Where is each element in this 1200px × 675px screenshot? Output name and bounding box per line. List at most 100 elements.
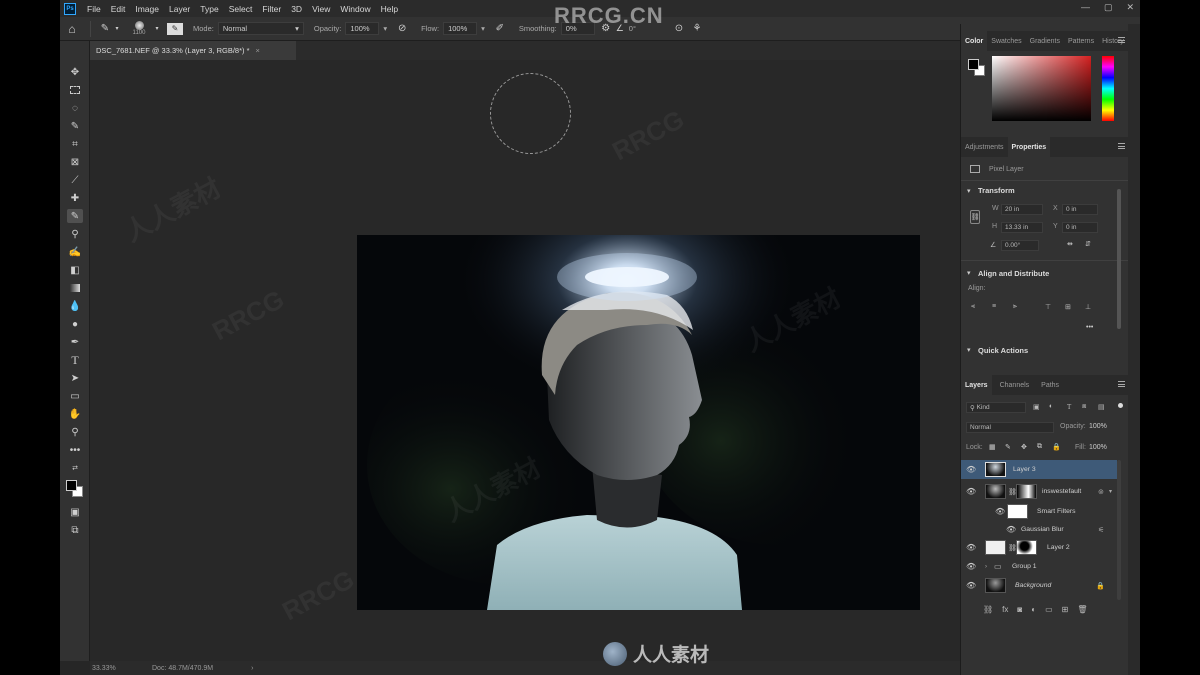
filter-toggle-icon[interactable] [1118,403,1123,408]
pressure-opacity-icon[interactable]: ⊘ [393,23,411,34]
lock-transparent-icon[interactable]: ▦ [989,443,996,451]
mode-select[interactable]: Normal ▾ [217,22,304,35]
document-canvas[interactable] [357,235,920,610]
move-tool-icon[interactable]: ✥ [67,65,83,79]
align-top-icon[interactable]: ⊤ [1045,303,1051,311]
height-field[interactable]: 13.33 in [1001,222,1043,233]
foreground-color-swatch[interactable] [66,480,77,491]
align-center-h-icon[interactable]: ≡ [992,303,996,310]
chevron-down-icon[interactable]: ▾ [967,269,971,277]
color-swatches[interactable] [65,479,85,499]
align-middle-v-icon[interactable]: ⊞ [1065,303,1071,311]
link-layers-icon[interactable]: ⛓ [983,605,993,614]
layer-row-layer-2[interactable]: 👁 ⛓ Layer 2 [961,538,1117,557]
frame-tool-icon[interactable]: ⊠ [67,155,83,169]
transform-section-title[interactable]: Transform [978,186,1015,195]
airbrush-icon[interactable]: ✐ [491,23,509,34]
menu-layer[interactable]: Layer [164,4,195,14]
brush-tool-icon[interactable]: ✎ [67,209,83,223]
panel-menu-icon[interactable] [1118,381,1125,387]
home-icon[interactable]: ⌂ [60,22,84,36]
zoom-level[interactable]: 33.33% [92,665,142,672]
eye-icon[interactable]: 👁 [966,581,976,590]
document-tab[interactable]: DSC_7681.NEF @ 33.3% (Layer 3, RGB/8*) *… [90,41,296,60]
dodge-tool-icon[interactable]: ● [67,317,83,331]
hue-slider[interactable] [1102,56,1114,121]
x-field[interactable]: 0 in [1062,204,1098,215]
quick-actions-title[interactable]: Quick Actions [978,346,1028,355]
fx-icon[interactable]: fx [1002,605,1008,614]
lock-all-icon[interactable]: 🔒 [1052,443,1061,451]
filter-options-icon[interactable]: ⚟ [1098,526,1104,534]
foreground-color-swatch[interactable] [968,59,979,70]
lasso-tool-icon[interactable]: ◌ [67,101,83,115]
tab-swatches[interactable]: Swatches [987,31,1025,51]
color-panel-swatches[interactable] [968,59,988,79]
y-field[interactable]: 0 in [1062,222,1098,233]
eye-icon[interactable]: 👁 [966,487,976,496]
chevron-down-icon[interactable]: ▾ [1109,488,1112,495]
fill-value[interactable]: 100% [1089,444,1107,451]
layer-row-smart-object[interactable]: 👁 ⛓ inswestefault ⊚ ▾ [961,482,1117,501]
layer-row-layer-3[interactable]: 👁 Layer 3 [961,460,1117,479]
chevron-down-icon[interactable]: ▾ [481,24,485,33]
quick-mask-icon[interactable]: ▣ [67,505,83,519]
menu-filter[interactable]: Filter [257,4,286,14]
filter-shape-icon[interactable]: ⧈ [1082,403,1086,411]
layer-opacity-value[interactable]: 100% [1089,423,1107,430]
chevron-down-icon[interactable]: ▾ [967,346,971,354]
tab-properties[interactable]: Properties [1007,137,1051,157]
layer-row-gaussian-blur[interactable]: 👁 Gaussian Blur ⚟ [961,520,1117,539]
lock-position-icon[interactable]: ✥ [1021,443,1027,451]
panel-menu-icon[interactable] [1118,37,1125,43]
eye-icon[interactable]: 👁 [966,543,976,552]
eyedropper-tool-icon[interactable]: ⟋ [67,173,83,187]
marquee-tool-icon[interactable] [67,83,83,97]
menu-image[interactable]: Image [130,4,164,14]
filter-smart-object-icon[interactable]: ▤ [1098,403,1105,411]
pen-tool-icon[interactable]: ✒ [67,335,83,349]
opacity-field[interactable]: 100% [345,22,380,35]
screen-mode-icon[interactable]: ⧉ [67,523,83,537]
eye-icon[interactable]: 👁 [966,465,976,474]
chevron-down-icon[interactable]: ▾ [967,187,971,195]
flow-field[interactable]: 100% [443,22,478,35]
menu-3d[interactable]: 3D [286,4,307,14]
brush-tool-icon[interactable]: ✎ [97,23,113,34]
clone-stamp-tool-icon[interactable]: ⚲ [67,227,83,241]
photoshop-logo[interactable]: Ps [64,2,76,15]
menu-file[interactable]: File [82,4,106,14]
menu-select[interactable]: Select [224,4,258,14]
pressure-size-icon[interactable]: ⊙ [670,23,688,34]
flip-horizontal-icon[interactable]: ⇹ [1067,240,1073,248]
tab-gradients[interactable]: Gradients [1026,31,1064,51]
tab-adjustments[interactable]: Adjustments [961,137,1008,157]
new-layer-icon[interactable]: ⊞ [1062,605,1069,614]
angle-field[interactable]: 0.00° [1001,240,1039,251]
eye-icon[interactable]: 👁 [966,562,976,571]
width-field[interactable]: 20 in [1001,204,1043,215]
crop-tool-icon[interactable]: ⌗ [67,137,83,151]
trash-icon[interactable]: 🗑 [1077,605,1087,614]
tab-channels[interactable]: Channels [992,375,1034,395]
lock-artboard-icon[interactable]: ⧉ [1037,443,1042,451]
add-mask-icon[interactable]: ◙ [1017,605,1022,614]
eye-icon[interactable]: 👁 [995,507,1005,516]
flip-vertical-icon[interactable]: ⇵ [1085,240,1091,248]
canvas-area[interactable] [90,60,960,661]
chevron-down-icon[interactable]: ▾ [383,24,387,33]
chevron-down-icon[interactable]: ▾ [113,25,121,32]
filter-type-icon[interactable]: T [1067,403,1071,411]
healing-brush-tool-icon[interactable]: ✚ [67,191,83,205]
tab-layers[interactable]: Layers [961,375,992,395]
menu-view[interactable]: View [307,4,335,14]
maximize-button[interactable]: ▢ [1104,2,1113,13]
layer-row-smart-filters[interactable]: 👁 Smart Filters [961,502,1117,521]
history-brush-tool-icon[interactable]: ✍ [67,245,83,259]
eraser-tool-icon[interactable]: ◧ [67,263,83,277]
symmetry-icon[interactable]: ⚘ [688,23,706,34]
layers-scrollbar[interactable] [1117,460,1121,600]
tab-paths[interactable]: Paths [1033,375,1063,395]
align-left-icon[interactable]: ⫷ [971,303,975,311]
more-tools-icon[interactable]: ••• [67,443,83,457]
